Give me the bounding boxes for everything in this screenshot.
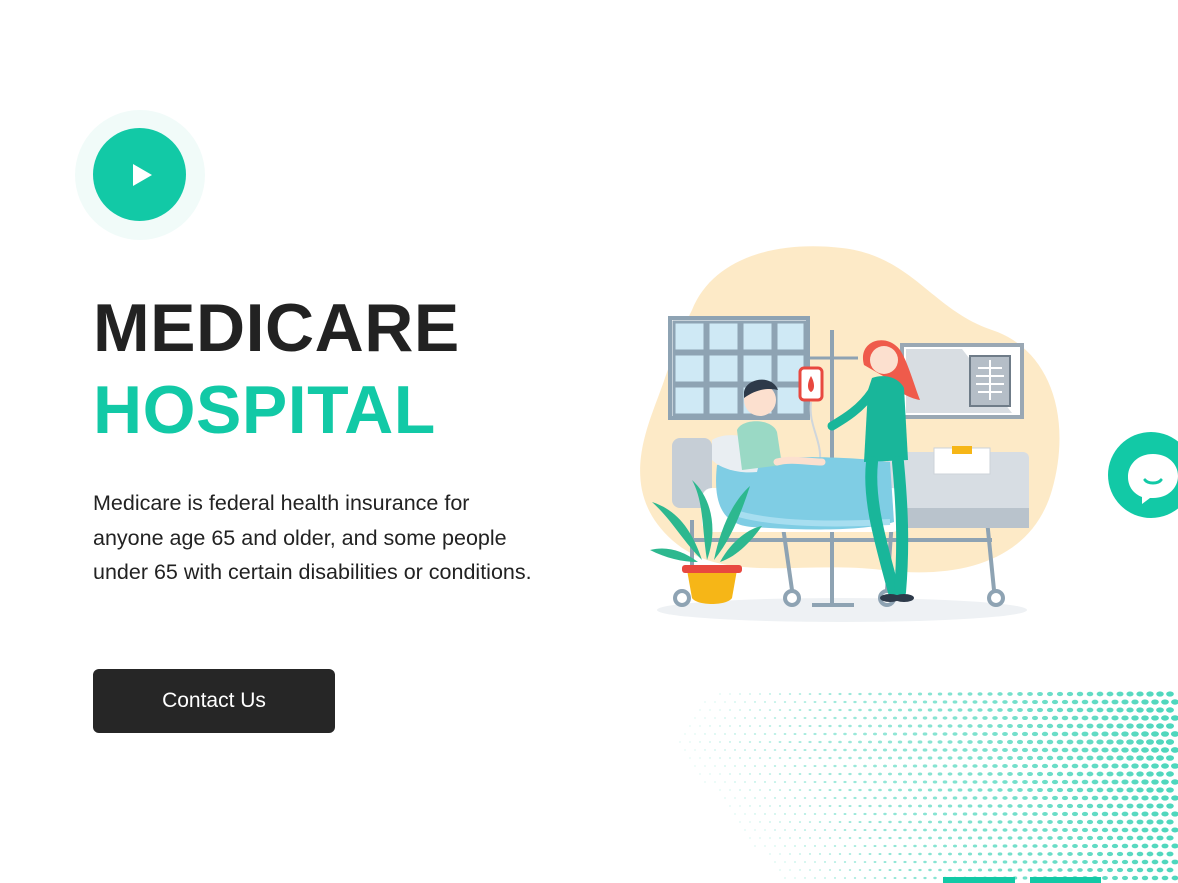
hero-title-line2: HOSPITAL: [93, 372, 436, 448]
slider-indicator-1[interactable]: [943, 877, 1015, 883]
decorative-dot-pattern: [679, 691, 1178, 881]
chat-widget-button[interactable]: [1108, 432, 1178, 518]
play-video-button[interactable]: [93, 128, 186, 221]
hero-section: MEDICARE HOSPITAL Medicare is federal he…: [0, 0, 1178, 883]
chat-icon: [1128, 454, 1178, 504]
slider-indicator-2[interactable]: [1030, 877, 1101, 883]
hero-description: Medicare is federal health insurance for…: [93, 491, 532, 584]
hospital-bed-illustration: [640, 246, 1060, 622]
contact-us-button[interactable]: Contact Us: [93, 669, 335, 733]
play-button-halo: [75, 110, 205, 240]
hero-title-line1: MEDICARE: [93, 290, 460, 366]
play-icon: [132, 163, 152, 186]
